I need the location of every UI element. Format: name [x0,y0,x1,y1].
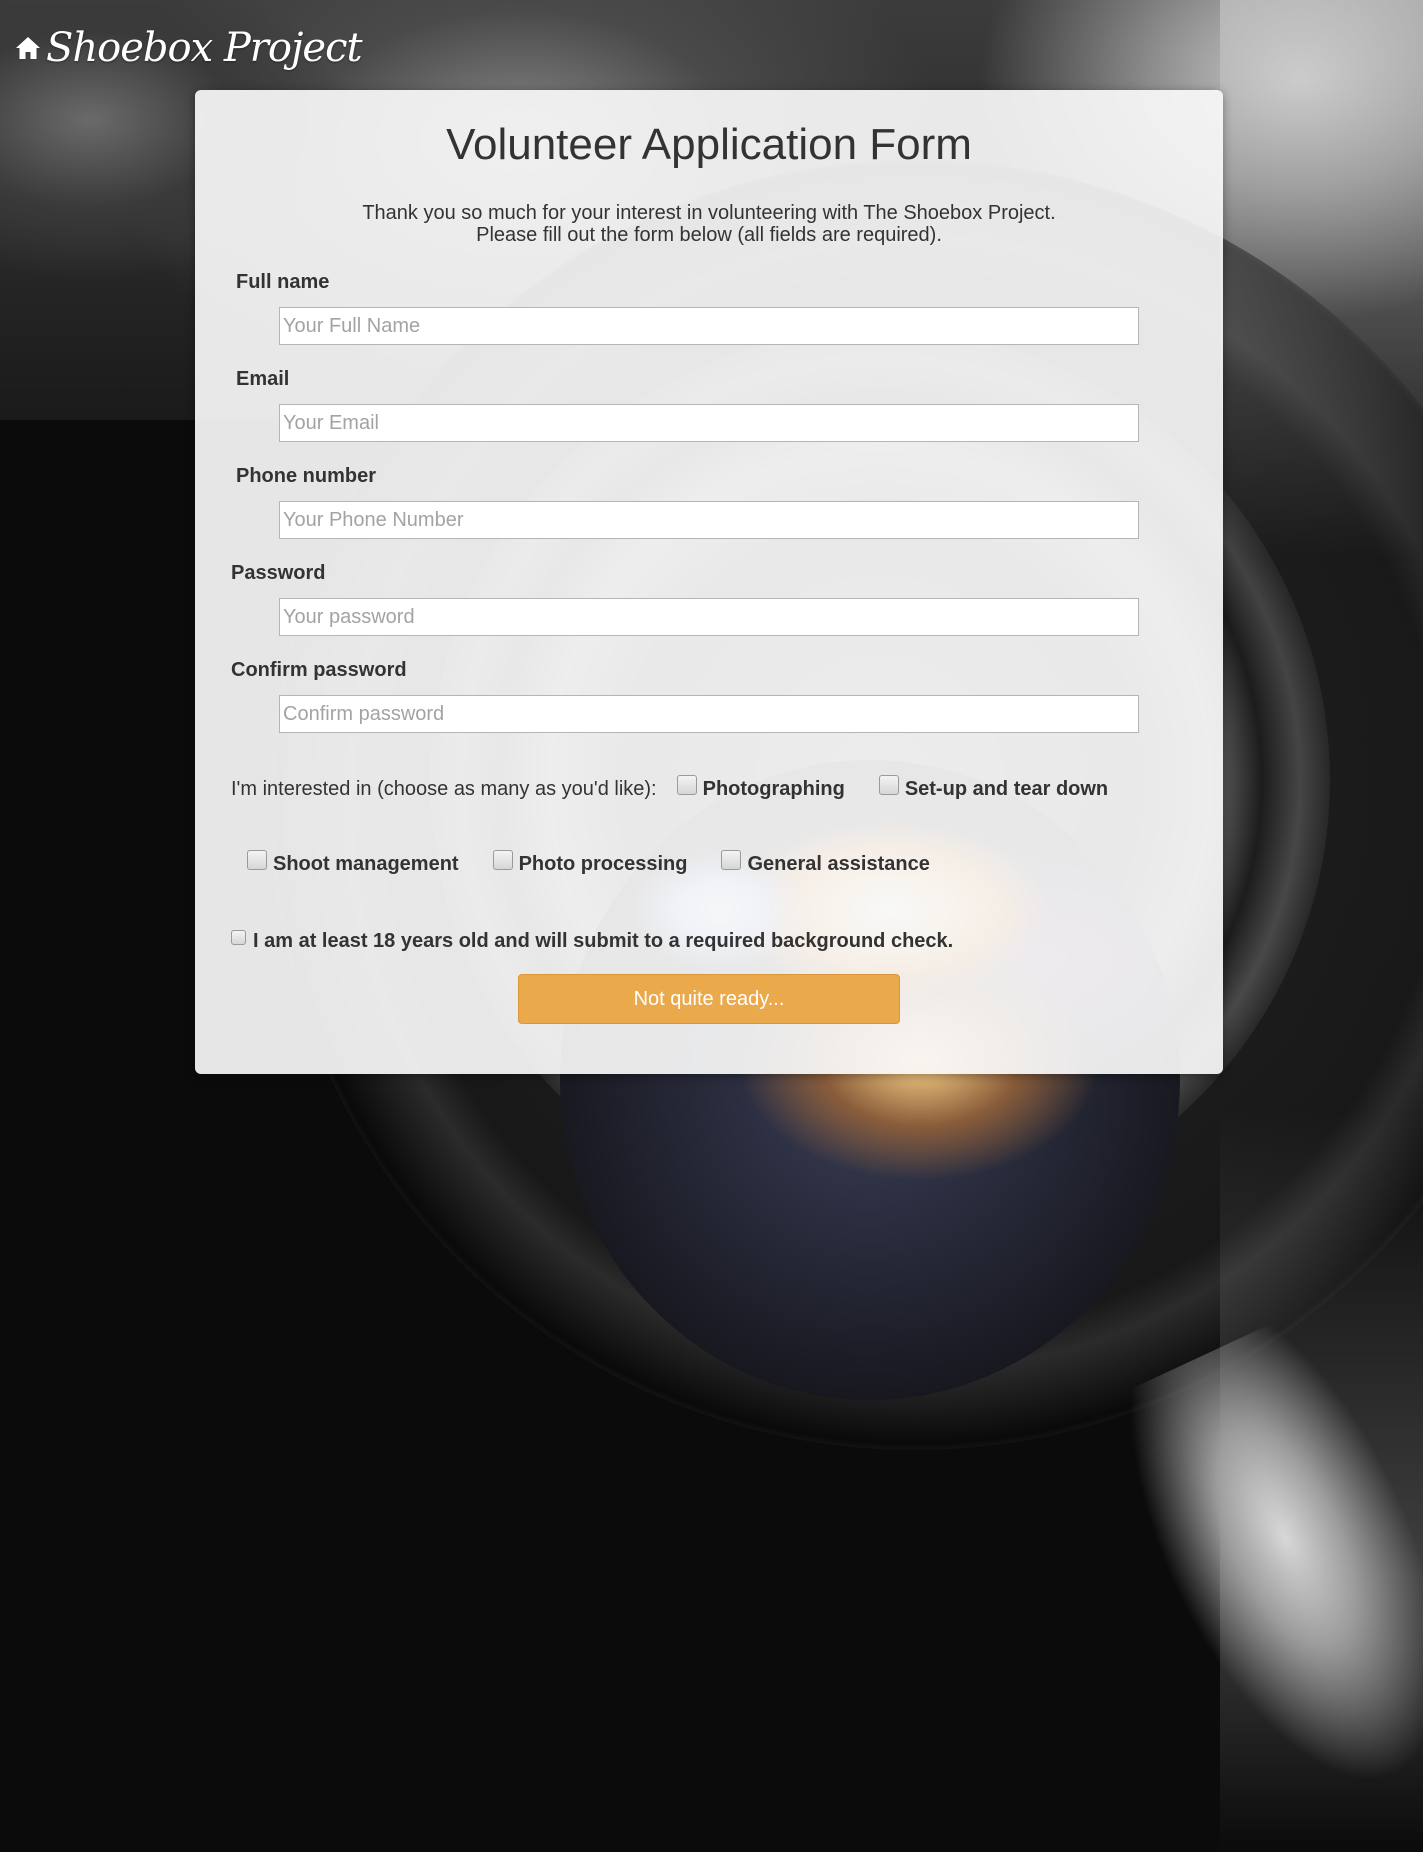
phone-label: Phone number [236,465,377,487]
photographing-label: Photographing [702,778,845,800]
volunteer-form: Volunteer Application Form Thank you so … [195,90,1223,1074]
email-label: Email [236,368,290,390]
age-consent-label: I am at least 18 years old and will subm… [253,930,954,952]
full-name-label: Full name [236,271,330,293]
home-icon [14,34,42,62]
logo-text: Shoebox Project [46,25,363,71]
shoot-management-checkbox[interactable] [247,849,267,870]
photo-processing-checkbox[interactable] [492,849,513,870]
password-label: Password [231,562,326,584]
age-consent-checkbox[interactable] [231,930,246,945]
logo-link[interactable]: Shoebox Project [14,18,363,78]
form-intro: Thank you so much for your interest in v… [195,202,1223,246]
email-input[interactable] [279,404,1139,442]
phone-input[interactable] [279,501,1139,539]
confirm-password-label: Confirm password [231,659,407,681]
photographing-checkbox[interactable] [676,774,697,795]
setup-teardown-label: Set-up and tear down [904,778,1109,800]
interest-option-photo-processing[interactable]: Photo processing [492,849,688,876]
age-consent-row[interactable]: I am at least 18 years old and will subm… [231,930,953,953]
interests-row-1: I'm interested in (choose as many as you… [231,774,1142,801]
general-assistance-label: General assistance [747,853,930,875]
form-title: Volunteer Application Form [446,120,972,169]
photo-processing-label: Photo processing [518,853,688,875]
interests-row-2: Shoot management Photo processing Genera… [247,849,964,876]
background-sheen [1220,0,1423,1852]
interests-prompt: I'm interested in (choose as many as you… [231,778,657,800]
interest-option-shoot-management[interactable]: Shoot management [247,849,459,876]
confirm-password-input[interactable] [279,695,1139,733]
full-name-input[interactable] [279,307,1139,345]
interest-option-photographing[interactable]: Photographing [676,774,845,801]
shoot-management-label: Shoot management [273,853,459,875]
setup-teardown-checkbox[interactable] [878,774,899,795]
interest-option-setup[interactable]: Set-up and tear down [878,774,1109,801]
general-assistance-checkbox[interactable] [721,849,742,870]
password-input[interactable] [279,598,1139,636]
submit-button[interactable]: Not quite ready... [518,974,900,1024]
intro-line-1: Thank you so much for your interest in v… [362,202,1056,224]
interest-option-general-assistance[interactable]: General assistance [721,849,930,876]
intro-line-2: Please fill out the form below (all fiel… [476,224,942,246]
